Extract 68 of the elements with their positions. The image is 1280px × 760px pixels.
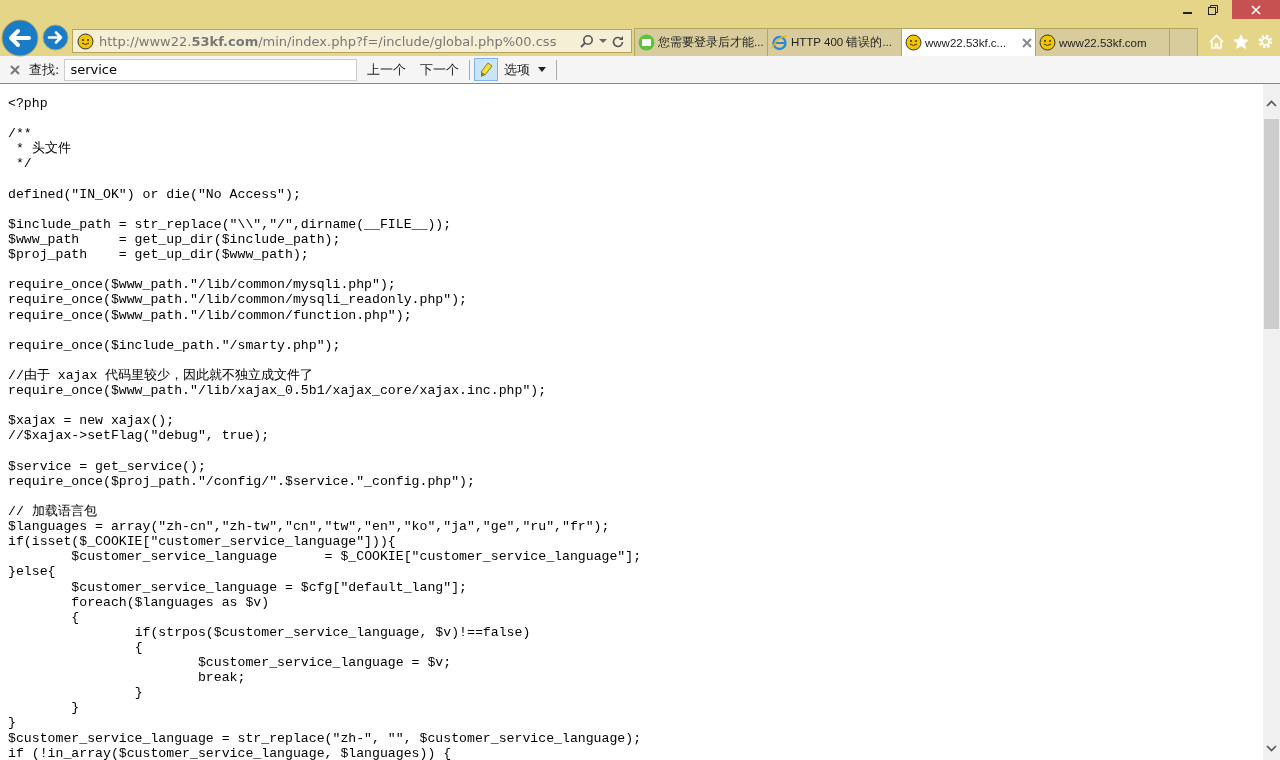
code-line: //$xajax->setFlag("debug", true); [8,428,271,444]
code-line: defined("IN_OK") or die("No Access"); [8,186,302,202]
code-line: $xajax = new xajax(); [8,413,176,429]
code-line: require_once($www_path."/lib/xajax_0.5b1/xajax_core/xajax.inc.php"); [8,383,548,399]
code-line: if (!in_array($customer_service_language, $languages)) { [8,745,453,760]
address-bar[interactable]: http://www22.53kf.com/min/index.php?f=/include/global.php%00.css [72,29,632,53]
code-line: require_once($include_path."/smarty.php"); [8,337,342,353]
scrollbar[interactable] [1263,84,1280,760]
restore-icon[interactable] [1207,3,1219,16]
code-line: /** [8,126,32,142]
smiley-icon [905,34,922,51]
code-line: } [70,700,81,716]
caret-icon[interactable] [599,38,607,44]
browser-tab[interactable]: www22.53kf.c... [902,28,1036,56]
code-line: { [133,639,144,656]
code-line: // 加载语言包 [8,503,98,520]
code-line: foreach($languages as $v) [70,594,271,610]
code-line: $proj_path = get_up_dir($www_path); [8,247,310,263]
code-line: $customer_service_language = str_replace("zh-", "", $customer_service_language); [8,730,643,746]
code-line: break; [196,670,247,686]
code-line: * 头文件 [14,141,72,157]
next-button[interactable]: 下一个 [416,58,464,81]
options-button[interactable]: 选项 [500,58,551,81]
scroll-down-icon[interactable] [1266,745,1277,752]
code-line: $customer_service_language = $_COOKIE["customer_service_language"]; [70,549,643,565]
code-line: require_once($www_path."/lib/common/mysqli.php"); [8,277,397,293]
code-line: require_once($www_path."/lib/common/function.php"); [8,307,413,323]
code-line: { [70,609,81,625]
close-icon[interactable] [1022,37,1032,48]
code-line: $customer_service_language = $cfg["default_lang"]; [70,579,468,595]
code-line: require_once($proj_path."/config/".$service."_config.php"); [8,473,476,489]
find-label: 查找: [29,60,60,79]
browser-tab[interactable]: HTTP 400 错误的... [768,28,902,56]
code-line: $www_path = get_up_dir($include_path); [8,232,342,248]
code-line: } [8,715,17,731]
close-icon [1250,3,1262,16]
code-line: }else{ [8,564,57,580]
caret-icon [538,67,547,72]
code-line: */ [14,156,33,172]
forward-icon[interactable] [42,24,69,51]
close-icon[interactable] [10,64,20,75]
refresh-icon[interactable] [612,34,625,48]
scroll-up-icon[interactable] [1266,100,1277,107]
browser-tab[interactable]: 您需要登录后才能... [634,28,768,56]
close-window-button[interactable] [1232,0,1280,19]
code-line: $languages = array("zh-cn","zh-tw","cn","tw","en","ko","ja","ge","ru","fr"); [8,519,611,535]
code-line: $include_path = str_replace("\\","/",dirname(__FILE__)); [8,216,453,232]
star-icon[interactable] [1232,33,1250,50]
smiley-icon [77,32,94,50]
back-icon[interactable] [1,19,39,57]
code-line: $customer_service_language = $v; [196,655,453,671]
code-line: } [133,685,144,701]
scrollbar-thumb[interactable] [1264,119,1279,329]
highlighter-icon [478,60,495,79]
code-line: <?php [8,96,49,112]
code-line: if(strpos($customer_service_language, $v)!==false) [133,624,532,640]
smiley-icon [1039,34,1056,51]
previous-button[interactable]: 上一个 [363,58,411,81]
code-line: //由于 xajax 代码里较少，因此就不独立成文件了 [8,367,315,384]
code-line: require_once($www_path."/lib/common/mysqli_readonly.php"); [8,292,468,308]
badge-icon [638,34,655,51]
find-input[interactable]: service [64,58,358,81]
highlight-toggle-button[interactable] [474,58,499,81]
search-icon[interactable] [580,34,594,48]
e-logo-icon [771,34,788,51]
code-line: if(isset($_COOKIE["customer_service_language"])){ [8,534,397,550]
browser-tab[interactable]: www22.53kf.com [1036,28,1170,56]
code-line: $service = get_service(); [8,458,207,474]
